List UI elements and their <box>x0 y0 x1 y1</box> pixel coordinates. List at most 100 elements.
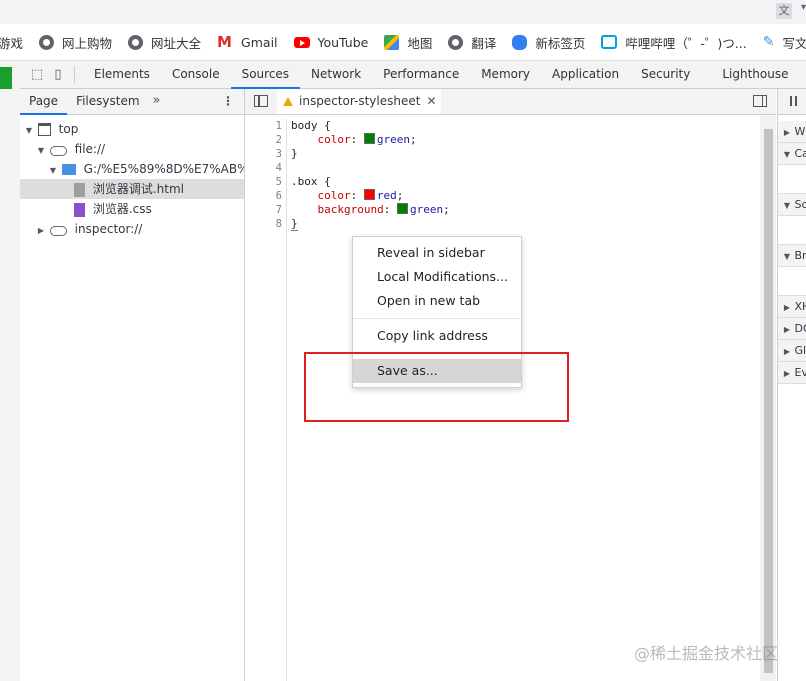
translate-icon[interactable]: 文 <box>776 3 792 19</box>
tab-application[interactable]: Application <box>541 61 630 88</box>
bookmark-gmail[interactable]: Gmail <box>217 33 278 51</box>
maps-icon <box>384 34 400 50</box>
color-swatch[interactable] <box>363 133 375 144</box>
paw-icon <box>512 34 528 50</box>
tree-item-css-file[interactable]: 浏览器.css <box>20 199 244 219</box>
tree-item-inspector[interactable]: ▶ inspector:// <box>20 219 244 239</box>
inspect-element-icon[interactable]: ⬚ <box>29 67 45 83</box>
more-tabs-icon[interactable]: » <box>153 89 161 114</box>
bookmark-online-shopping[interactable]: 网上购物 <box>39 33 112 52</box>
device-toolbar-icon[interactable]: ▯ <box>50 67 66 83</box>
code-line: } <box>291 217 450 231</box>
editor-scrollbar[interactable] <box>760 115 776 681</box>
menu-item-copy-link-address[interactable]: Copy link address <box>353 324 521 348</box>
bookmark-translate[interactable]: 翻译 <box>448 33 496 52</box>
tree-item-label: 浏览器.css <box>92 202 152 216</box>
bookmark-games[interactable]: 游戏 <box>0 33 23 52</box>
pane-title: Sc <box>794 198 806 211</box>
editor-tab-bar: inspector-stylesheet ✕ <box>245 89 776 115</box>
collapsed-triangle-icon: ▶ <box>783 369 791 378</box>
css-value: green <box>376 133 410 146</box>
line-number: 1 <box>275 120 282 132</box>
pane-breakpoints[interactable]: ▼ Br <box>778 245 806 267</box>
annotation-highlight-box <box>304 352 569 422</box>
color-swatch[interactable] <box>396 203 408 214</box>
tab-console[interactable]: Console <box>161 61 231 88</box>
line-gutter: 1 2 3 4 5 6 7 8 <box>245 119 287 681</box>
tab-memory[interactable]: Memory <box>470 61 541 88</box>
tab-security[interactable]: Security <box>630 61 701 88</box>
watermark: @稀土掘金技术社区 <box>634 644 779 663</box>
tree-item-label: G:/%E5%89%8D%E7%AB%AF% <box>83 162 244 176</box>
editor-tab-label: inspector-stylesheet <box>299 94 421 108</box>
tab-performance[interactable]: Performance <box>372 61 470 88</box>
pane-title: XH <box>794 300 806 313</box>
toggle-debugger-icon[interactable] <box>753 95 767 107</box>
collapsed-triangle-icon: ▶ <box>783 347 791 356</box>
expanded-triangle-icon: ▼ <box>783 150 791 159</box>
kebab-menu-icon[interactable]: ⋮ <box>222 93 234 109</box>
toggle-navigator-icon[interactable] <box>254 95 268 107</box>
menu-item-reveal-in-sidebar[interactable]: Reveal in sidebar <box>353 241 521 265</box>
pane-xhr-breakpoints[interactable]: ▶ XH <box>778 296 806 318</box>
pause-icon[interactable] <box>790 96 797 106</box>
collapsed-triangle-icon: ▶ <box>783 128 791 137</box>
menu-item-local-modifications[interactable]: Local Modifications... <box>353 265 521 289</box>
expanded-triangle-icon: ▼ <box>783 201 791 210</box>
pane-dom-breakpoints[interactable]: ▶ DO <box>778 318 806 340</box>
globe-icon <box>128 34 144 50</box>
tab-filesystem[interactable]: Filesystem <box>67 89 148 114</box>
bookmark-label: 新标签页 <box>535 35 586 51</box>
css-value: green <box>409 203 444 216</box>
youtube-icon <box>293 36 310 48</box>
collapsed-triangle-icon: ▶ <box>783 303 791 312</box>
bookmark-label: 哔哩哔哩（゜-゜)つ... <box>625 35 747 51</box>
chevron-down-icon[interactable]: ▾ <box>801 2 806 13</box>
css-selector: body { <box>291 119 331 132</box>
pane-body <box>778 165 806 194</box>
bookmark-bilibili[interactable]: 哔哩哔哩（゜-゜)つ... <box>601 33 747 52</box>
bookmark-label: 写文章 <box>782 35 806 51</box>
line-number: 6 <box>275 190 282 202</box>
code-line: body { <box>291 119 450 133</box>
file-tree: ▼ top ▼ file:// ▼ G:/%E5%89%8D%E7%AB%AF%… <box>20 115 244 239</box>
css-file-icon <box>74 202 85 217</box>
bookmark-label: Gmail <box>241 34 278 50</box>
tab-sources[interactable]: Sources <box>230 61 301 89</box>
line-number: 8 <box>275 218 282 230</box>
tree-item-html-file[interactable]: 浏览器调试.html <box>20 179 244 199</box>
bookmark-write-article[interactable]: ✎ 写文章 <box>763 33 806 52</box>
pane-watch[interactable]: ▶ W <box>778 121 806 143</box>
tree-item-top[interactable]: ▼ top <box>20 119 244 139</box>
css-brace: } <box>291 217 298 231</box>
css-brace: } <box>291 147 298 160</box>
tab-elements[interactable]: Elements <box>83 61 161 88</box>
close-icon[interactable]: ✕ <box>426 89 436 114</box>
pane-call-stack[interactable]: ▼ Ca <box>778 143 806 165</box>
tree-item-folder[interactable]: ▼ G:/%E5%89%8D%E7%AB%AF% <box>20 159 244 179</box>
pane-global-listeners[interactable]: ▶ Gl <box>778 340 806 362</box>
tab-network[interactable]: Network <box>300 61 372 88</box>
tree-item-file-origin[interactable]: ▼ file:// <box>20 139 244 159</box>
bookmark-label: 翻译 <box>471 35 497 51</box>
bookmark-maps[interactable]: 地图 <box>384 33 432 52</box>
css-property: background <box>317 203 384 216</box>
menu-item-open-in-new-tab[interactable]: Open in new tab <box>353 289 521 313</box>
scrollbar-thumb[interactable] <box>764 129 773 673</box>
bookmark-youtube[interactable]: YouTube <box>293 35 368 50</box>
pane-event-listener-breakpoints[interactable]: ▶ Ev <box>778 362 806 384</box>
tab-page[interactable]: Page <box>20 89 68 115</box>
frame-icon <box>37 123 51 136</box>
bookmark-new-tab[interactable]: 新标签页 <box>512 33 585 52</box>
bookmark-label: 网址大全 <box>151 35 202 51</box>
pane-scope[interactable]: ▼ Sc <box>778 194 806 216</box>
line-number: 3 <box>275 148 282 160</box>
tab-lighthouse[interactable]: Lighthouse <box>711 61 799 88</box>
pane-body <box>778 216 806 245</box>
bookmark-url-directory[interactable]: 网址大全 <box>128 33 201 52</box>
css-property: color <box>317 133 351 146</box>
pane-title: Ev <box>794 366 806 379</box>
editor-file-tab[interactable]: inspector-stylesheet ✕ <box>277 89 441 114</box>
color-swatch[interactable] <box>363 189 375 200</box>
bookmark-label: 游戏 <box>0 35 24 51</box>
